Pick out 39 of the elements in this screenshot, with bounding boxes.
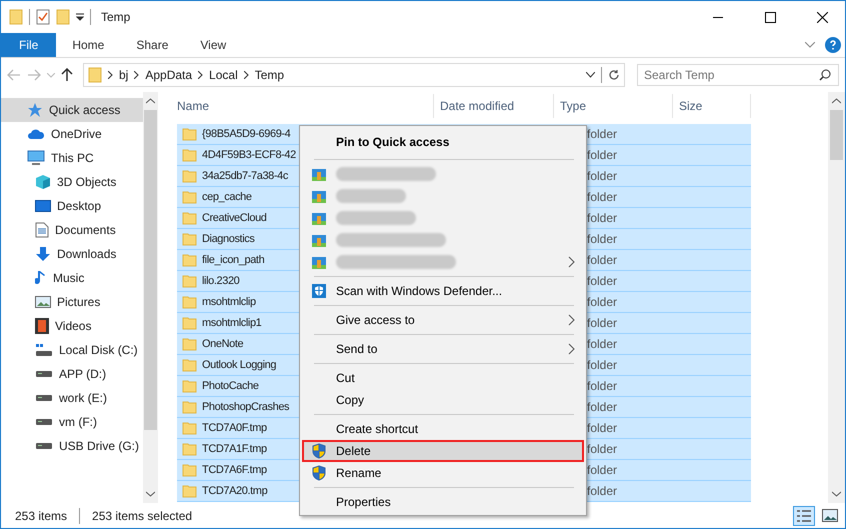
file-name: OneNote	[202, 338, 244, 350]
file-name: PhotoshopCrashes	[202, 401, 290, 413]
file-type: folder	[587, 190, 618, 204]
item-count: 253 items	[15, 508, 68, 522]
file-type: folder	[587, 295, 618, 309]
file-type: folder	[587, 316, 618, 330]
file-type: folder	[587, 484, 618, 498]
file-name: TCD7A6F.tmp	[202, 464, 267, 476]
file-type: folder	[587, 148, 618, 162]
file-name: 4D4F59B3-ECF8-42	[202, 149, 296, 161]
file-name: Outlook Logging	[202, 359, 276, 371]
file-type: folder	[587, 358, 618, 372]
file-name: msohtmlclip	[202, 296, 256, 308]
file-name: file_icon_path	[202, 254, 264, 266]
file-type: folder	[587, 400, 618, 414]
file-name: TCD7A20.tmp	[202, 485, 268, 497]
file-type: folder	[587, 379, 618, 393]
file-name: cep_cache	[202, 191, 252, 203]
file-name: PhotoCache	[202, 380, 259, 392]
file-type: folder	[587, 337, 618, 351]
file-name: {98B5A5D9-6969-4	[202, 128, 290, 140]
file-type: folder	[587, 127, 618, 141]
file-type: folder	[587, 421, 618, 435]
file-type: folder	[587, 463, 618, 477]
file-name: msohtmlclip1	[202, 317, 262, 329]
file-name: lilo.2320	[202, 275, 240, 287]
file-name: TCD7A1F.tmp	[202, 443, 267, 455]
file-type: folder	[587, 253, 618, 267]
file-name: TCD7A0F.tmp	[202, 422, 267, 434]
file-name: 34a25db7-7a38-4c	[202, 170, 288, 182]
window-title: Temp	[101, 10, 130, 24]
file-name: CreativeCloud	[202, 212, 267, 224]
file-type: folder	[587, 442, 618, 456]
file-type: folder	[587, 211, 618, 225]
file-type: folder	[587, 232, 618, 246]
file-type: folder	[587, 274, 618, 288]
file-name: Diagnostics	[202, 233, 254, 245]
selection-count: 253 items selected	[92, 508, 192, 522]
file-type: folder	[587, 169, 618, 183]
